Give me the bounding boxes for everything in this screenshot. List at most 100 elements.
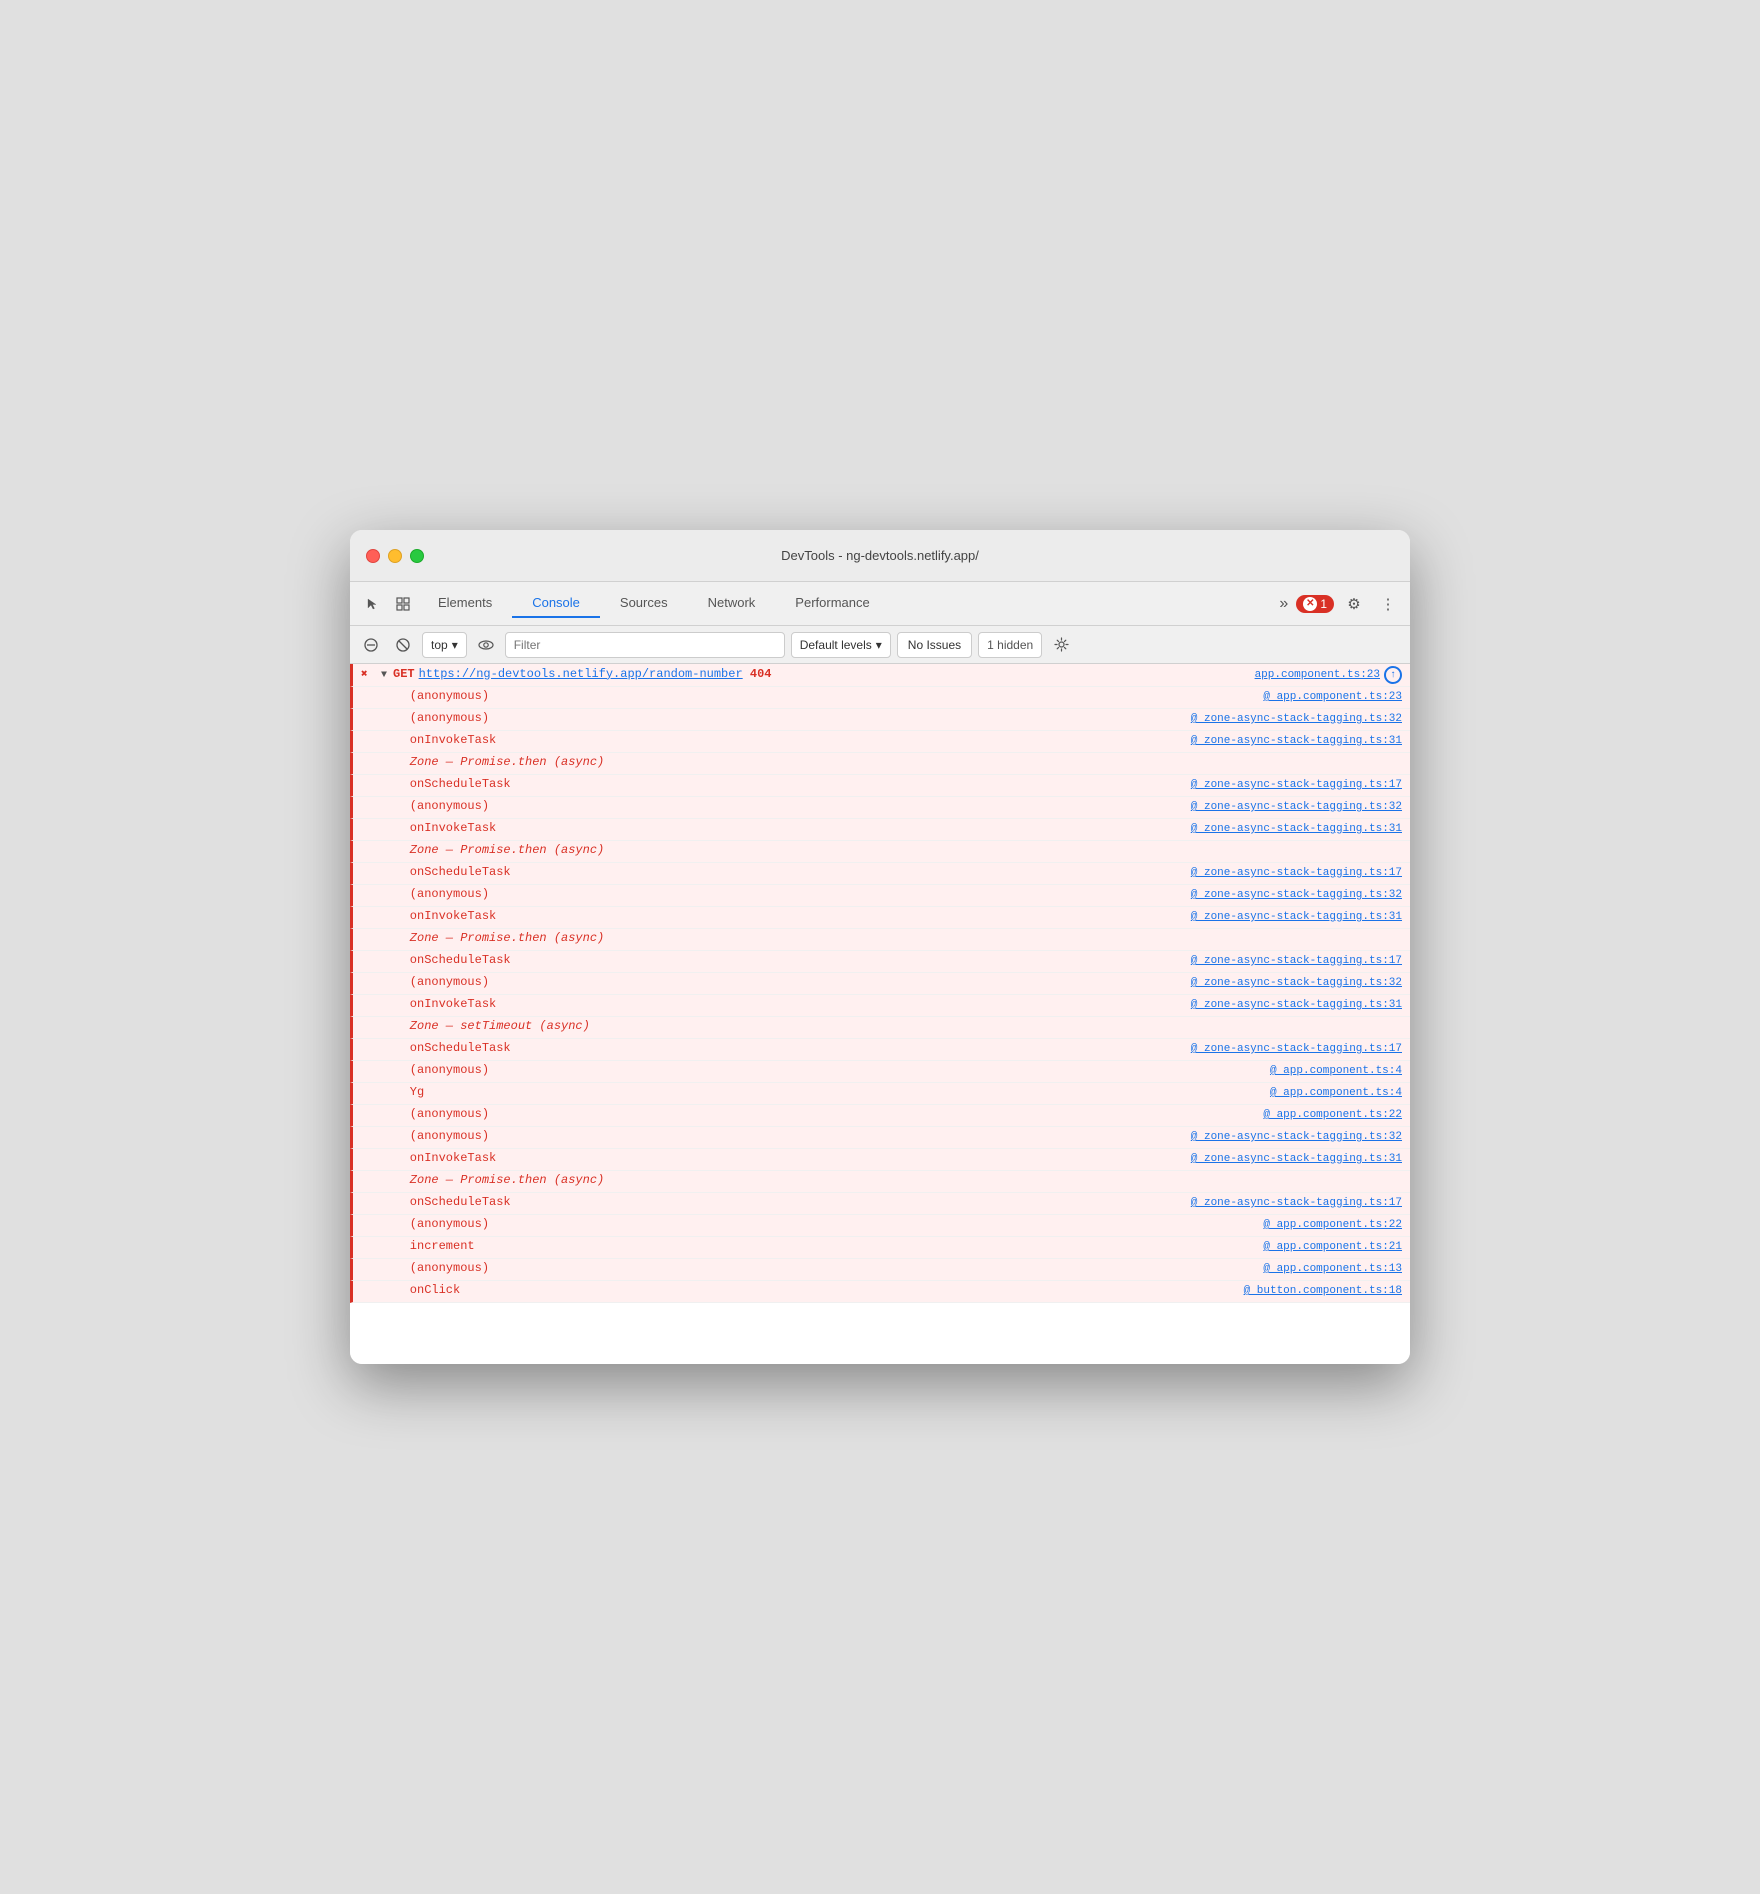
log-entry-async-2: Zone — Promise.then (async) [350,841,1410,863]
log-text-17: (anonymous) [381,1129,1191,1143]
levels-dropdown-icon: ▾ [876,638,882,652]
console-settings-button[interactable] [1048,632,1074,658]
request-url[interactable]: https://ng-devtools.netlify.app/random-n… [419,667,743,681]
log-entry-11: (anonymous) @ zone-async-stack-tagging.t… [350,973,1410,995]
log-text-18: onInvokeTask [381,1151,1191,1165]
source-link-16[interactable]: @ app.component.ts:22 [1263,1109,1402,1121]
log-text-5: (anonymous) [381,799,1191,813]
source-link-23[interactable]: @ button.component.ts:18 [1244,1285,1402,1297]
eye-button[interactable] [473,632,499,658]
tab-console[interactable]: Console [512,589,600,618]
tab-network[interactable]: Network [688,589,776,618]
expand-icon[interactable]: ▼ [381,670,393,681]
log-text-10: onScheduleTask [381,953,1191,967]
source-link-3[interactable]: @ zone-async-stack-tagging.ts:31 [1191,735,1402,747]
log-text-14: (anonymous) [381,1063,1270,1077]
clear-console-button[interactable] [358,632,384,658]
minimize-button[interactable] [388,549,402,563]
source-link-14[interactable]: @ app.component.ts:4 [1270,1065,1402,1077]
source-link-20[interactable]: @ app.component.ts:22 [1263,1219,1402,1231]
source-link-2[interactable]: @ zone-async-stack-tagging.ts:32 [1191,713,1402,725]
source-link-13[interactable]: @ zone-async-stack-tagging.ts:17 [1191,1043,1402,1055]
log-text-6: onInvokeTask [381,821,1191,835]
tab-bar: Elements Console Sources Network Perform… [418,589,1271,618]
log-text-11: (anonymous) [381,975,1191,989]
source-link-8[interactable]: @ zone-async-stack-tagging.ts:32 [1191,889,1402,901]
source-link-18[interactable]: @ zone-async-stack-tagging.ts:31 [1191,1153,1402,1165]
log-text-1: (anonymous) [381,689,1263,703]
log-text-2: (anonymous) [381,711,1191,725]
log-text-20: (anonymous) [381,1217,1263,1231]
error-count-badge[interactable]: ✕ 1 [1296,595,1334,613]
source-link-22[interactable]: @ app.component.ts:13 [1263,1263,1402,1275]
source-link-17[interactable]: @ zone-async-stack-tagging.ts:32 [1191,1131,1402,1143]
log-levels-button[interactable]: Default levels ▾ [791,632,891,658]
source-link-5[interactable]: @ zone-async-stack-tagging.ts:32 [1191,801,1402,813]
main-toolbar: Elements Console Sources Network Perform… [350,582,1410,626]
log-text-4: onScheduleTask [381,777,1191,791]
more-tabs-button[interactable]: » [1271,591,1296,617]
log-entry-6: onInvokeTask @ zone-async-stack-tagging.… [350,819,1410,841]
source-link-19[interactable]: @ zone-async-stack-tagging.ts:17 [1191,1197,1402,1209]
log-entry-15: Yg @ app.component.ts:4 [350,1083,1410,1105]
tab-sources[interactable]: Sources [600,589,688,618]
log-entry-21: increment @ app.component.ts:21 [350,1237,1410,1259]
log-entry-1: (anonymous) @ app.component.ts:23 [350,687,1410,709]
maximize-button[interactable] [410,549,424,563]
more-options-button[interactable]: ⋮ [1374,590,1402,618]
source-link-4[interactable]: @ zone-async-stack-tagging.ts:17 [1191,779,1402,791]
console-content: ✖ ▼ GET https://ng-devtools.netlify.app/… [350,664,1410,1364]
context-value: top [431,638,448,652]
log-text-19: onScheduleTask [381,1195,1191,1209]
tab-elements[interactable]: Elements [418,589,512,618]
log-entry-16: (anonymous) @ app.component.ts:22 [350,1105,1410,1127]
upload-icon: ↑ [1384,666,1402,684]
log-entry-7: onScheduleTask @ zone-async-stack-taggin… [350,863,1410,885]
source-link-21[interactable]: @ app.component.ts:21 [1263,1241,1402,1253]
log-entry-23: onClick @ button.component.ts:18 [350,1281,1410,1303]
log-entry-17: (anonymous) @ zone-async-stack-tagging.t… [350,1127,1410,1149]
inspect-button[interactable] [388,590,418,618]
log-async-text-4: Zone — setTimeout (async) [381,1019,1402,1033]
log-entry-async-4: Zone — setTimeout (async) [350,1017,1410,1039]
cursor-tool-button[interactable] [358,590,388,618]
issues-button[interactable]: No Issues [897,632,972,658]
source-link-1[interactable]: @ app.component.ts:23 [1263,691,1402,703]
context-dropdown-icon: ▾ [452,638,458,652]
log-entry-22: (anonymous) @ app.component.ts:13 [350,1259,1410,1281]
log-text-23: onClick [381,1283,1244,1297]
log-entry-async-3: Zone — Promise.then (async) [350,929,1410,951]
source-link-6[interactable]: @ zone-async-stack-tagging.ts:31 [1191,823,1402,835]
settings-button[interactable]: ⚙ [1340,590,1368,618]
log-entry-20: (anonymous) @ app.component.ts:22 [350,1215,1410,1237]
log-async-text-5: Zone — Promise.then (async) [381,1173,1402,1187]
source-link-10[interactable]: @ zone-async-stack-tagging.ts:17 [1191,955,1402,967]
log-text-13: onScheduleTask [381,1041,1191,1055]
log-async-text-1: Zone — Promise.then (async) [381,755,1402,769]
log-entry-3: onInvokeTask @ zone-async-stack-tagging.… [350,731,1410,753]
log-entry-13: onScheduleTask @ zone-async-stack-taggin… [350,1039,1410,1061]
close-button[interactable] [366,549,380,563]
source-link-7[interactable]: @ zone-async-stack-tagging.ts:17 [1191,867,1402,879]
log-async-text-3: Zone — Promise.then (async) [381,931,1402,945]
source-link-9[interactable]: @ zone-async-stack-tagging.ts:31 [1191,911,1402,923]
log-entry-8: (anonymous) @ zone-async-stack-tagging.t… [350,885,1410,907]
log-entry-async-5: Zone — Promise.then (async) [350,1171,1410,1193]
source-link-15[interactable]: @ app.component.ts:4 [1270,1087,1402,1099]
status-code: 404 [743,667,772,681]
tab-performance[interactable]: Performance [775,589,889,618]
source-link-11[interactable]: @ zone-async-stack-tagging.ts:32 [1191,977,1402,989]
source-link-main[interactable]: app.component.ts:23 [1255,669,1380,681]
issues-label: No Issues [908,638,961,652]
source-link-12[interactable]: @ zone-async-stack-tagging.ts:31 [1191,999,1402,1011]
log-text-3: onInvokeTask [381,733,1191,747]
filter-input[interactable] [505,632,785,658]
log-entry-error: ✖ ▼ GET https://ng-devtools.netlify.app/… [350,664,1410,687]
error-icon: ✕ [1303,597,1317,611]
log-entry-9: onInvokeTask @ zone-async-stack-tagging.… [350,907,1410,929]
block-button[interactable] [390,632,416,658]
context-selector[interactable]: top ▾ [422,632,467,658]
log-text-22: (anonymous) [381,1261,1263,1275]
toolbar-right: ✕ 1 ⚙ ⋮ [1296,590,1402,618]
log-text-16: (anonymous) [381,1107,1263,1121]
